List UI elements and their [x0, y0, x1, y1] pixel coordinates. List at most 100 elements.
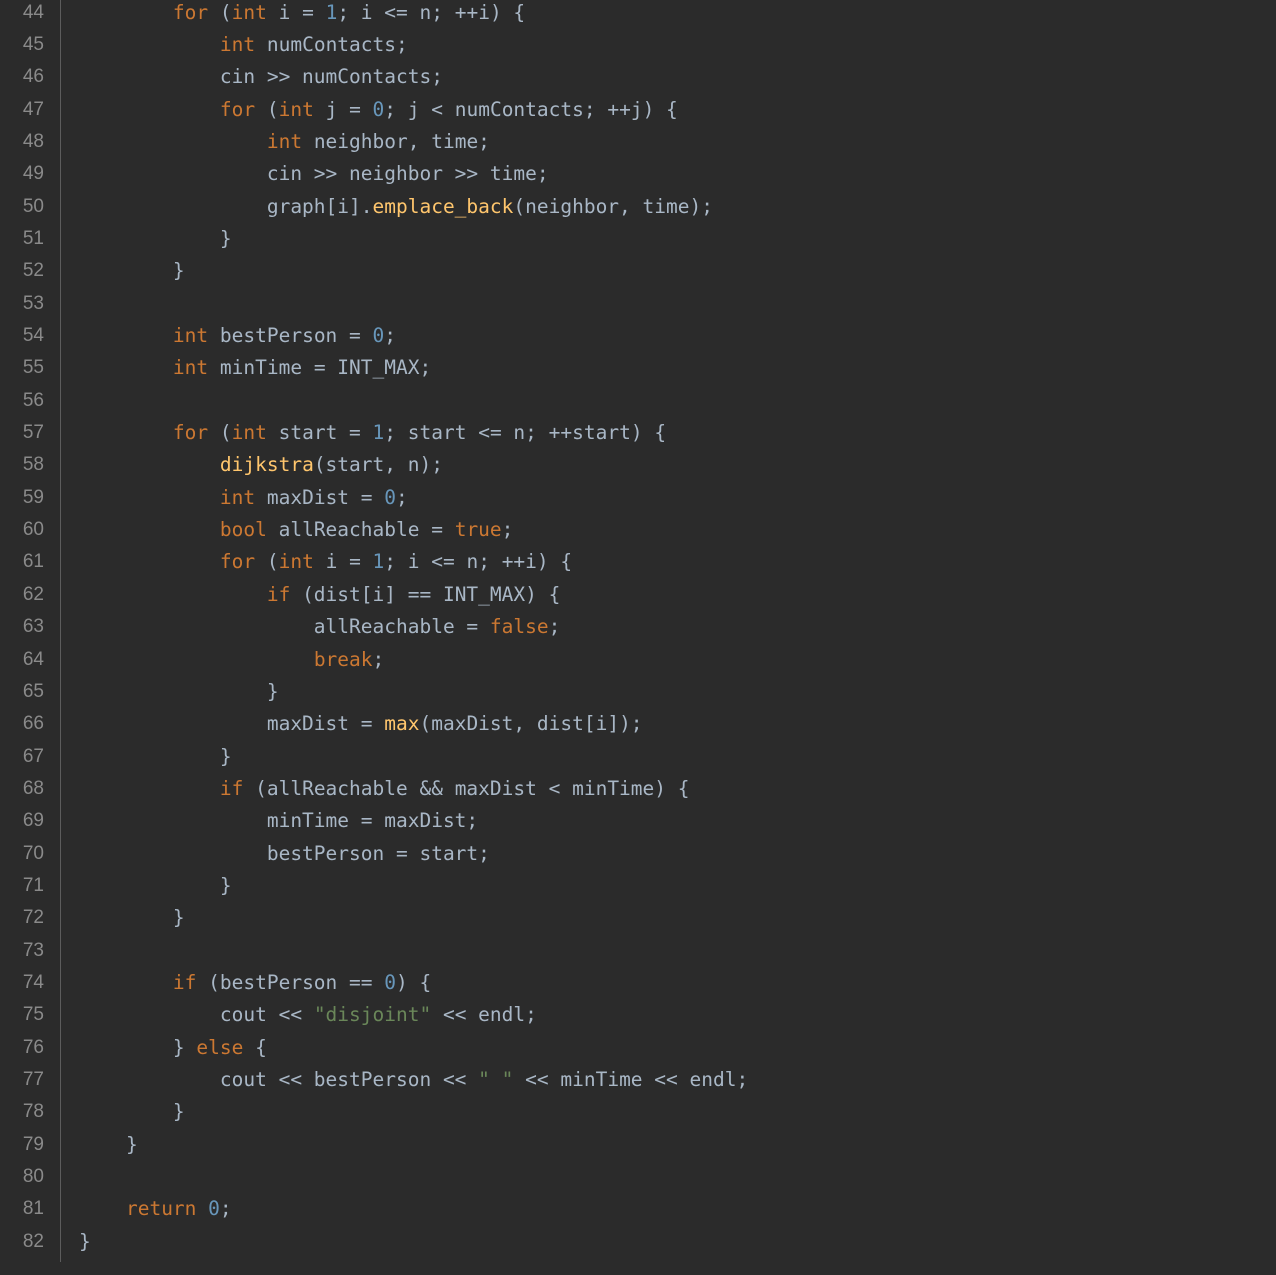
code-line[interactable]: int minTime = INT_MAX;: [79, 352, 431, 384]
code-token: j =: [313, 97, 373, 121]
code-token: 0: [384, 971, 396, 994]
code-line[interactable]: bool allReachable = true;: [79, 514, 514, 546]
code-token: break: [313, 647, 373, 671]
code-token: if: [172, 971, 197, 994]
code-token: cin >> neighbor >> time;: [79, 162, 549, 186]
code-token: bestPerson =: [208, 324, 373, 347]
code-token: graph[i].: [79, 194, 373, 218]
code-line[interactable]: }: [79, 255, 185, 287]
code-token: true: [454, 518, 502, 542]
code-line[interactable]: }: [79, 1129, 138, 1161]
code-line[interactable]: int neighbor, time;: [79, 126, 490, 158]
code-token: start =: [266, 421, 373, 445]
code-token: int: [172, 324, 209, 347]
code-line[interactable]: for (int i = 1; i <= n; ++i) {: [79, 0, 525, 29]
code-line[interactable]: }: [79, 741, 232, 773]
line-number: 48: [22, 130, 44, 152]
code-token: " ": [478, 1068, 514, 1092]
code-line[interactable]: dijkstra(start, n);: [79, 449, 443, 481]
code-token: for: [219, 550, 256, 574]
code-token: }: [79, 873, 232, 897]
code-token: maxDist =: [79, 712, 385, 736]
code-editor[interactable]: 44 45 46 47 48 49 50 51 52 53 54 55 56 57 58 59 60 61 62 63…: [0, 0, 1276, 1275]
code-line[interactable]: bestPerson = start;: [79, 838, 490, 870]
line-number: 71: [22, 874, 44, 896]
code-line[interactable]: cin >> numContacts;: [79, 61, 443, 93]
code-token: }: [79, 1100, 185, 1124]
code-line[interactable]: maxDist = max(maxDist, dist[i]);: [79, 708, 643, 740]
code-line[interactable]: return 0;: [79, 1193, 232, 1225]
line-number: 81: [22, 1198, 44, 1220]
line-number: 67: [22, 745, 44, 767]
code-token: ;: [384, 324, 397, 347]
code-token: cout <<: [79, 1003, 314, 1027]
code-token: (: [255, 97, 279, 121]
code-token: }: [79, 1132, 138, 1156]
code-line[interactable]: minTime = maxDist;: [79, 805, 478, 837]
code-token: (start, n);: [313, 453, 443, 477]
line-number: 63: [22, 616, 44, 638]
code-token: (bestPerson ==: [196, 971, 385, 994]
line-number: 56: [22, 389, 44, 411]
code-token: ;: [548, 615, 561, 639]
code-token: 0: [384, 485, 397, 509]
line-number: 68: [22, 777, 44, 799]
code-token: int: [278, 97, 314, 121]
code-token: ; start <= n; ++start) {: [384, 421, 667, 445]
code-line[interactable]: graph[i].emplace_back(neighbor, time);: [79, 191, 713, 223]
code-line[interactable]: cout << "disjoint" << endl;: [79, 999, 537, 1031]
code-token: false: [489, 615, 549, 639]
code-token: int: [219, 32, 256, 56]
code-token: int: [231, 421, 267, 445]
code-line[interactable]: allReachable = false;: [79, 611, 561, 643]
code-line[interactable]: }: [79, 1096, 185, 1128]
code-token: 0: [372, 324, 385, 347]
code-line[interactable]: break;: [79, 644, 384, 676]
code-line[interactable]: if (dist[i] == INT_MAX) {: [79, 579, 561, 611]
code-line[interactable]: for (int j = 0; j < numContacts; ++j) {: [79, 94, 678, 126]
code-line[interactable]: }: [79, 1226, 91, 1258]
code-token: allReachable =: [266, 518, 455, 542]
code-line[interactable]: int bestPerson = 0;: [79, 320, 396, 352]
code-token: 1: [372, 421, 385, 445]
code-line[interactable]: int maxDist = 0;: [79, 482, 408, 514]
code-token: for: [219, 97, 256, 121]
code-line[interactable]: }: [79, 223, 232, 255]
code-token: int: [278, 550, 314, 574]
code-token: i =: [313, 550, 373, 574]
code-line[interactable]: }: [79, 870, 232, 902]
code-line[interactable]: for (int start = 1; start <= n; ++start)…: [79, 417, 666, 449]
line-number: 52: [22, 260, 44, 282]
code-line[interactable]: } else {: [79, 1032, 267, 1064]
code-token: ; j < numContacts; ++j) {: [384, 97, 678, 121]
line-number: 75: [22, 1004, 44, 1026]
code-line[interactable]: for (int i = 1; i <= n; ++i) {: [79, 546, 572, 578]
line-number: 60: [22, 519, 44, 541]
code-token: for: [172, 0, 209, 24]
code-line[interactable]: if (bestPerson == 0) {: [79, 967, 431, 999]
code-line[interactable]: }: [79, 902, 185, 934]
code-line[interactable]: }: [79, 676, 279, 708]
code-line[interactable]: cout << bestPerson << " " << minTime << …: [79, 1064, 748, 1096]
code-line[interactable]: int numContacts;: [79, 29, 408, 61]
code-line[interactable]: if (allReachable && maxDist < minTime) {: [79, 773, 690, 805]
code-token: }: [79, 679, 279, 703]
code-token: else: [196, 1035, 244, 1059]
line-number: 51: [22, 227, 44, 249]
code-line[interactable]: cin >> neighbor >> time;: [79, 158, 549, 190]
line-number: 70: [22, 842, 44, 864]
line-number: 54: [22, 325, 44, 346]
line-number: 47: [22, 98, 44, 120]
line-number: 50: [22, 195, 44, 217]
line-number: 76: [22, 1036, 44, 1058]
code-token: minTime = INT_MAX;: [208, 356, 432, 380]
